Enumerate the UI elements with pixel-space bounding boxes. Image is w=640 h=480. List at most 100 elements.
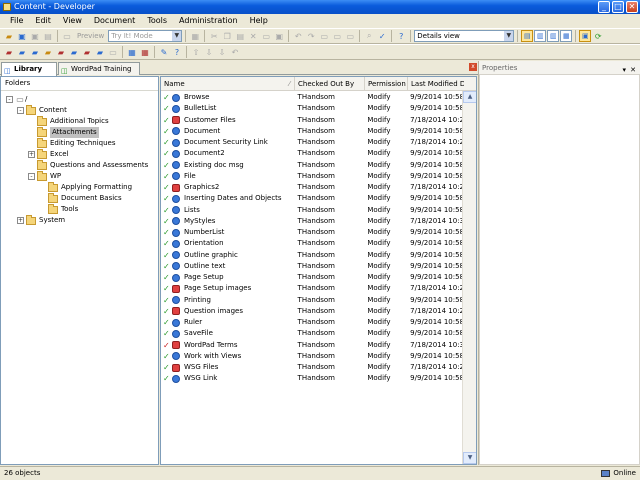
record-icon[interactable]: ▦	[126, 46, 138, 58]
table-row[interactable]: ✓ Browse THandsom Modify 9/9/2014 10:58:5	[161, 92, 463, 103]
undo-icon[interactable]: ↶	[292, 30, 304, 42]
table-row[interactable]: ✓ SaveFile THandsom Modify 9/9/2014 10:58:5	[161, 328, 463, 339]
tab-library[interactable]: ◫ Library	[1, 62, 57, 76]
table-row[interactable]: ✓ Work with Views THandsom Modify 9/9/2014 1…	[161, 351, 463, 362]
expand-icon[interactable]: +	[17, 217, 24, 224]
menu-document[interactable]: Document	[88, 14, 141, 28]
table-row[interactable]: ✓ Existing doc msg THandsom Modify 9/9/2014 …	[161, 160, 463, 171]
pane-menu-icon[interactable]: ▾	[622, 63, 626, 77]
table-row[interactable]: ✓ Inserting Dates and Objects THandsom Modi…	[161, 193, 463, 204]
close-pane-icon[interactable]: ✕	[630, 63, 636, 77]
close-button[interactable]: ✕	[626, 1, 638, 13]
tree-node-questions-and-assessments[interactable]: Questions and Assessments	[37, 159, 148, 171]
context-help-icon[interactable]: ?	[171, 46, 183, 58]
publish-icon[interactable]: ▤	[42, 30, 54, 42]
tree-node-additional-topics[interactable]: Additional Topics	[37, 115, 109, 127]
minimize-button[interactable]: _	[598, 1, 610, 13]
refresh-icon[interactable]: ⟳	[592, 30, 604, 42]
get-latest-icon[interactable]: ⇩	[216, 46, 228, 58]
column-header-name[interactable]: Name ⁄	[161, 77, 295, 90]
table-row[interactable]: ✓ WSG Link THandsom Modify 9/9/2014 10:58:5	[161, 373, 463, 384]
table-row[interactable]: ✓ WordPad Terms THandsom Modify 7/18/2014 10…	[161, 340, 463, 351]
cancel-checkout-icon[interactable]: ↶	[229, 46, 241, 58]
menu-help[interactable]: Help	[244, 14, 274, 28]
table-row[interactable]: ✓ Lists THandsom Modify 9/9/2014 10:58:5	[161, 205, 463, 216]
preview-icon[interactable]: ▭	[61, 30, 73, 42]
mode-select[interactable]: Try It! Mode ▼	[108, 30, 183, 42]
table-row[interactable]: ✓ Document Security Link THandsom Modify 7/1…	[161, 137, 463, 148]
maximize-button[interactable]: □	[612, 1, 624, 13]
table-row[interactable]: ✓ Customer Files THandsom Modify 7/18/2014 1…	[161, 115, 463, 126]
tree-node-excel[interactable]: + Excel	[28, 148, 69, 160]
tab-wordpad-training[interactable]: ◫ WordPad Training	[58, 62, 140, 75]
tree-node-system[interactable]: + System	[17, 214, 65, 226]
scroll-down-button[interactable]: ▼	[463, 452, 476, 464]
table-row[interactable]: ✓ MyStyles THandsom Modify 7/18/2014 10:31:	[161, 216, 463, 227]
tree-node-applying-formatting[interactable]: Applying Formatting	[48, 181, 132, 193]
check-in-icon[interactable]: ⇩	[203, 46, 215, 58]
table-row[interactable]: ✓ Orientation THandsom Modify 9/9/2014 10:58…	[161, 238, 463, 249]
spell-check-icon[interactable]: ✓	[376, 30, 388, 42]
table-row[interactable]: ✓ NumberList THandsom Modify 9/9/2014 10:58:…	[161, 227, 463, 238]
view-select[interactable]: Details view ▼	[414, 30, 515, 42]
new-package-icon[interactable]: ▰	[55, 46, 67, 58]
find-icon[interactable]: ⌕	[363, 30, 375, 42]
table-row[interactable]: ✓ Page Setup images THandsom Modify 7/18/201…	[161, 283, 463, 294]
insert-step-icon[interactable]: ▭	[331, 30, 343, 42]
collapse-icon[interactable]: -	[28, 173, 35, 180]
tree-node-content[interactable]: - Content	[17, 104, 67, 116]
menu-file[interactable]: File	[4, 14, 29, 28]
new-topic-icon[interactable]: ▰	[29, 46, 41, 58]
new-module-icon[interactable]: ▰	[3, 46, 15, 58]
layout-list-icon[interactable]: ▤	[521, 30, 534, 42]
insert-frame-icon[interactable]: ▭	[318, 30, 330, 42]
tree-node-tools[interactable]: Tools	[48, 203, 78, 215]
table-row[interactable]: ✓ Page Setup THandsom Modify 9/9/2014 10:58:…	[161, 272, 463, 283]
copy-icon[interactable]: ❐	[221, 30, 233, 42]
record-sound-icon[interactable]: ▦	[139, 46, 151, 58]
check-out-icon[interactable]: ⇧	[190, 46, 202, 58]
menu-view[interactable]: View	[57, 14, 88, 28]
scroll-up-button[interactable]: ▲	[463, 91, 476, 103]
paste-icon[interactable]: ▤	[234, 30, 246, 42]
table-row[interactable]: ✓ Question images THandsom Modify 7/18/2014 …	[161, 306, 463, 317]
delete-frame-icon[interactable]: ▭	[344, 30, 356, 42]
table-row[interactable]: ✓ WSG Files THandsom Modify 7/18/2014 10:29:	[161, 362, 463, 373]
table-row[interactable]: ✓ Document THandsom Modify 9/9/2014 10:58:5	[161, 126, 463, 137]
new-section-icon[interactable]: ▰	[16, 46, 28, 58]
vertical-scrollbar[interactable]: ▲ ▼	[462, 91, 476, 464]
tree-node-editing-techniques[interactable]: Editing Techniques	[37, 137, 116, 149]
new-document-icon[interactable]: ▰	[68, 46, 80, 58]
rename-icon[interactable]: ▭	[260, 30, 272, 42]
table-row[interactable]: ✓ Ruler THandsom Modify 9/9/2014 10:58:5	[161, 317, 463, 328]
save-icon[interactable]: ▣	[16, 30, 28, 42]
table-row[interactable]: ✓ Outline graphic THandsom Modify 9/9/2014 1…	[161, 250, 463, 261]
help-icon[interactable]: ?	[395, 30, 407, 42]
collapse-icon[interactable]: -	[6, 96, 13, 103]
layout-split-horizontal-icon[interactable]: ▥	[534, 30, 547, 42]
open-folder-icon[interactable]: ▰	[3, 30, 15, 42]
expand-icon[interactable]: +	[28, 151, 35, 158]
menu-edit[interactable]: Edit	[29, 14, 57, 28]
new-question-icon[interactable]: ▭	[107, 46, 119, 58]
table-row[interactable]: ✓ File THandsom Modify 9/9/2014 10:58:5	[161, 171, 463, 182]
cut-icon[interactable]: ✂	[208, 30, 220, 42]
redo-icon[interactable]: ↷	[305, 30, 317, 42]
save-all-icon[interactable]: ▣	[29, 30, 41, 42]
collapse-icon[interactable]: -	[17, 107, 24, 114]
link-icon[interactable]: ▣	[273, 30, 285, 42]
menu-tools[interactable]: Tools	[141, 14, 173, 28]
new-role-icon[interactable]: ▰	[94, 46, 106, 58]
table-row[interactable]: ✓ BulletList THandsom Modify 9/9/2014 10:58:…	[161, 103, 463, 114]
column-header-permission[interactable]: Permission	[365, 77, 408, 90]
table-row[interactable]: ✓ Outline text THandsom Modify 9/9/2014 10:5…	[161, 261, 463, 272]
properties-icon[interactable]: ▦	[189, 30, 201, 42]
new-folder-icon[interactable]: ▰	[42, 46, 54, 58]
column-header-last-modified[interactable]: Last Modified Date	[408, 77, 464, 90]
table-row[interactable]: ✓ Graphics2 THandsom Modify 7/18/2014 10:29:	[161, 182, 463, 193]
layout-split-vertical-icon[interactable]: ▥	[547, 30, 560, 42]
menu-administration[interactable]: Administration	[173, 14, 244, 28]
properties-toggle-icon[interactable]: ▣	[579, 30, 592, 42]
preview-button[interactable]: Preview	[74, 32, 107, 40]
edit-icon[interactable]: ✎	[158, 46, 170, 58]
